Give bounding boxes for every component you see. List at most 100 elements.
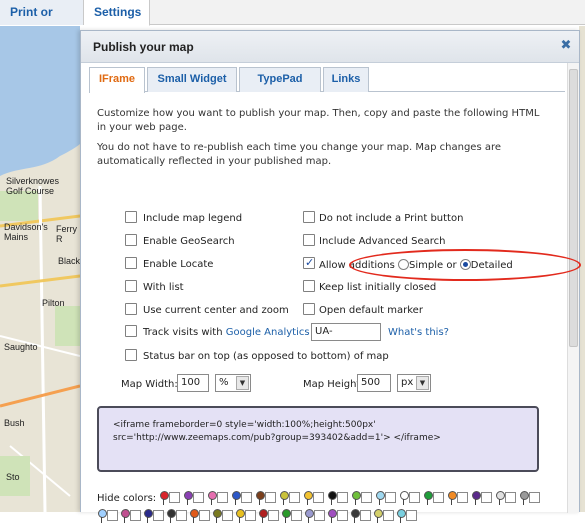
dialog-scrollbar[interactable] <box>567 63 579 513</box>
map-height-label: Map Height: <box>303 379 364 390</box>
close-icon[interactable]: ✖ <box>559 39 573 53</box>
adv-search-label: Include Advanced Search <box>319 236 446 247</box>
intro-text: Customize how you want to publish your m… <box>97 108 540 133</box>
keep-list-closed-checkbox[interactable] <box>303 280 315 292</box>
hide-color-checkbox[interactable] <box>193 492 204 503</box>
hide-color-checkbox[interactable] <box>361 492 372 503</box>
tab-iframe[interactable]: IFrame <box>89 67 145 93</box>
map-width-input[interactable]: 100 <box>177 374 209 392</box>
height-unit-select[interactable]: px ▼ <box>397 374 431 392</box>
intro-text-2: You do not have to re-publish each time … <box>97 142 501 167</box>
adv-search-checkbox[interactable] <box>303 234 315 246</box>
track-visits-checkbox[interactable] <box>125 325 137 337</box>
hide-color-checkbox[interactable] <box>385 492 396 503</box>
height-unit-value: px <box>401 377 414 388</box>
track-visits-prefix: Track visits with <box>143 327 226 338</box>
pin-icon <box>396 509 406 523</box>
tab-settings[interactable]: Settings <box>84 0 150 26</box>
locate-label: Enable Locate <box>143 259 214 270</box>
use-center-label: Use current center and zoom <box>143 305 289 316</box>
pin-icon <box>519 491 529 505</box>
no-print-label: Do not include a Print button <box>319 213 464 224</box>
hide-color-checkbox[interactable] <box>505 492 516 503</box>
map-label: Sto <box>6 472 20 482</box>
park-area <box>55 306 80 346</box>
hide-color-checkbox[interactable] <box>457 492 468 503</box>
open-default-marker-checkbox[interactable] <box>303 303 315 315</box>
status-bar-checkbox[interactable] <box>125 349 137 361</box>
chevron-down-icon: ▼ <box>236 376 249 390</box>
pin-icon <box>166 509 176 523</box>
pin-icon <box>235 509 245 523</box>
hide-color-checkbox[interactable] <box>169 492 180 503</box>
pin-icon <box>327 491 337 505</box>
map-label: Bush <box>4 418 25 428</box>
pin-icon <box>471 491 481 505</box>
geosearch-label: Enable GeoSearch <box>143 236 235 247</box>
hide-color-checkbox[interactable] <box>409 492 420 503</box>
pin-icon <box>304 509 314 523</box>
publish-dialog: Publish your map ✖ IFrame Small Widget T… <box>80 30 581 523</box>
google-analytics-link[interactable]: Google Analytics <box>226 327 310 338</box>
pin-icon <box>207 491 217 505</box>
no-print-checkbox[interactable] <box>303 211 315 223</box>
hide-color-checkbox[interactable] <box>433 492 444 503</box>
pin-icon <box>212 509 222 523</box>
hide-color-checkbox[interactable] <box>337 492 348 503</box>
embed-code-box[interactable]: <iframe frameborder=0 style='width:100%;… <box>97 406 539 472</box>
ga-id-input[interactable]: UA- <box>311 323 381 341</box>
pin-icon <box>281 509 291 523</box>
pin-icon <box>351 491 361 505</box>
geosearch-checkbox[interactable] <box>125 234 137 246</box>
open-default-marker-label: Open default marker <box>319 305 423 316</box>
publish-tabs: IFrame Small Widget TypePad Links <box>89 67 565 93</box>
hide-color-checkbox[interactable] <box>313 492 324 503</box>
map-label: Davidson's Mains <box>4 222 48 242</box>
pin-icon <box>373 509 383 523</box>
hide-color-checkbox[interactable] <box>289 492 300 503</box>
pin-icon <box>143 509 153 523</box>
pin-icon <box>97 509 107 523</box>
tab-small-widget[interactable]: Small Widget <box>147 67 237 92</box>
with-list-checkbox[interactable] <box>125 280 137 292</box>
locate-checkbox[interactable] <box>125 257 137 269</box>
pin-icon <box>375 491 385 505</box>
pin-icon <box>279 491 289 505</box>
pin-icon <box>350 509 360 523</box>
scrollbar-thumb[interactable] <box>569 69 578 347</box>
allow-additions-checkbox[interactable] <box>303 256 315 270</box>
tab-links[interactable]: Links <box>323 67 369 92</box>
use-center-checkbox[interactable] <box>125 303 137 315</box>
map-height-input[interactable]: 500 <box>357 374 391 392</box>
width-unit-select[interactable]: % ▼ <box>215 374 251 392</box>
pin-icon <box>327 509 337 523</box>
pin-icon <box>255 491 265 505</box>
hide-color-checkbox[interactable] <box>529 492 540 503</box>
tab-typepad[interactable]: TypePad <box>239 67 321 92</box>
pin-icon <box>120 509 130 523</box>
hide-color-checkbox[interactable] <box>241 492 252 503</box>
hide-color-checkbox[interactable] <box>265 492 276 503</box>
pin-icon <box>183 491 193 505</box>
pin-icon <box>399 491 409 505</box>
pin-icon <box>423 491 433 505</box>
include-legend-checkbox[interactable] <box>125 211 137 223</box>
map-label: Saughto <box>4 342 38 352</box>
dialog-title: Publish your map <box>93 40 194 54</box>
top-tab-bar: Print or Share Settings <box>0 0 585 44</box>
map-view[interactable]: Silverknowes Golf Course Davidson's Main… <box>0 26 80 512</box>
tab-print-or-share[interactable]: Print or Share <box>0 0 84 44</box>
map-tiles <box>0 26 80 512</box>
width-unit-value: % <box>219 377 229 388</box>
pin-icon <box>258 509 268 523</box>
dialog-titlebar[interactable]: Publish your map ✖ <box>81 31 579 63</box>
pin-icon <box>447 491 457 505</box>
track-visits-label: Track visits with Google Analytics id <box>143 327 322 339</box>
hide-color-checkbox[interactable] <box>217 492 228 503</box>
hide-colors-label: Hide colors: <box>97 493 157 504</box>
map-label: Black <box>58 256 80 266</box>
pin-icon <box>303 491 313 505</box>
hide-color-checkbox[interactable] <box>481 492 492 503</box>
whats-this-link[interactable]: What's this? <box>388 327 449 339</box>
map-width-label: Map Width: <box>121 379 178 390</box>
